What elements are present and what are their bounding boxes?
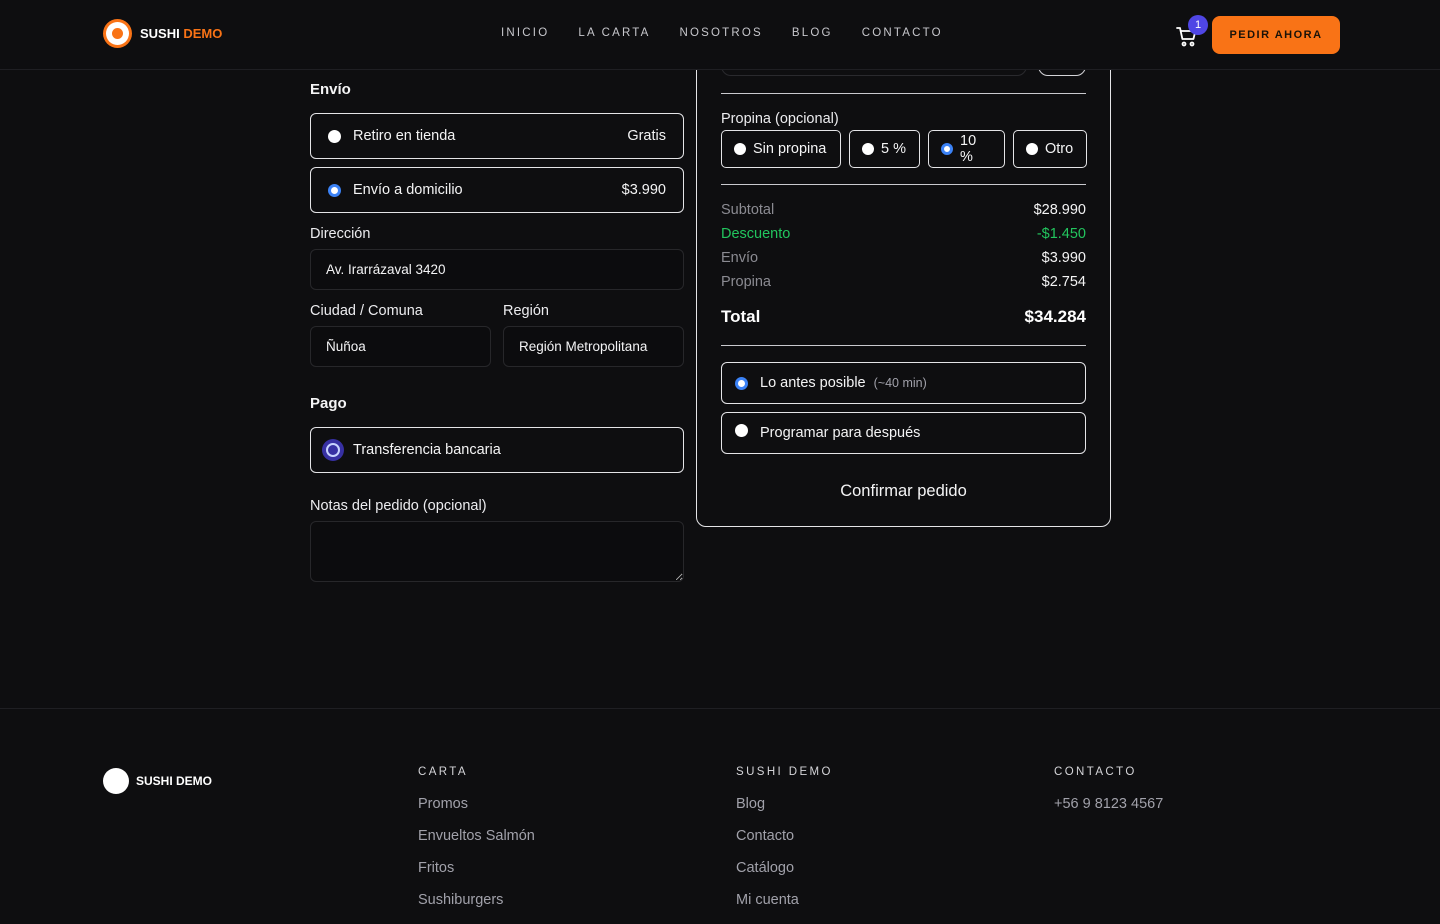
- shipping-option-delivery[interactable]: Envío a domicilio $3.990: [310, 167, 684, 213]
- tip-amount-label: Propina: [721, 274, 771, 290]
- timing-asap-hint: (~40 min): [873, 376, 927, 390]
- shipping-radio[interactable]: [328, 129, 341, 143]
- footer-logo[interactable]: SUSHI DEMO: [103, 768, 212, 794]
- discount-row: Descuento -$1.450: [721, 226, 1086, 242]
- cart-button[interactable]: 1: [1175, 15, 1208, 48]
- total-label: Total: [721, 307, 761, 326]
- tip-radio[interactable]: [862, 143, 874, 155]
- divider: [721, 345, 1086, 346]
- region-label: Región: [503, 303, 549, 319]
- tip-radio[interactable]: [734, 143, 746, 155]
- subtotal-row: Subtotal $28.990: [721, 202, 1086, 218]
- tip-option-10[interactable]: 10 %: [928, 130, 1005, 168]
- shipping-option-pickup[interactable]: Retiro en tienda Gratis: [310, 113, 684, 159]
- cart-count-badge: 1: [1188, 15, 1208, 35]
- timing-asap-option[interactable]: Lo antes posible (~40 min): [721, 362, 1086, 404]
- shipping-option-label: Envío a domicilio: [353, 182, 463, 198]
- footer-link[interactable]: Blog: [736, 796, 833, 814]
- footer-column-title: CONTACTO: [1054, 766, 1137, 778]
- payment-option-label: Transferencia bancaria: [353, 442, 501, 458]
- footer-link[interactable]: Envueltos Salmón: [418, 828, 535, 846]
- shipping-option-label: Retiro en tienda: [353, 128, 456, 144]
- tip-option-label: 5 %: [881, 141, 906, 157]
- tip-option-none[interactable]: Sin propina: [721, 130, 841, 168]
- tip-option-label: Otro: [1045, 141, 1074, 157]
- footer-column-title: CARTA: [418, 766, 468, 778]
- region-input[interactable]: [503, 326, 684, 367]
- tip-option-label: Sin propina: [753, 141, 827, 157]
- footer-column-contacto: CONTACTO +56 9 8123 4567: [1054, 766, 1163, 828]
- top-navbar: SUSHI DEMO INICIO LA CARTA NOSOTROS BLOG…: [0, 0, 1440, 70]
- footer-column-sushi-demo: SUSHI DEMO Blog Contacto Catálogo Mi cue…: [736, 766, 833, 924]
- shipping-value: $3.990: [1041, 250, 1086, 266]
- timing-later-option[interactable]: Programar para después: [721, 412, 1086, 454]
- tip-row: Propina $2.754: [721, 274, 1086, 290]
- total-value: $34.284: [1024, 307, 1086, 326]
- payment-title: Pago: [310, 395, 347, 412]
- payment-radio-selected[interactable]: [322, 439, 344, 461]
- footer-link[interactable]: Contacto: [736, 828, 833, 846]
- tip-option-5[interactable]: 5 %: [849, 130, 920, 168]
- confirm-order-button[interactable]: Confirmar pedido: [721, 477, 1086, 505]
- tip-radio[interactable]: [1026, 143, 1038, 155]
- nav-blog[interactable]: BLOG: [792, 27, 833, 39]
- discount-label: Descuento: [721, 226, 791, 242]
- tip-option-other[interactable]: Otro: [1013, 130, 1087, 168]
- timing-radio-selected[interactable]: [735, 376, 748, 390]
- nav-contacto[interactable]: CONTACTO: [862, 27, 943, 39]
- tip-amount-value: $2.754: [1041, 274, 1086, 290]
- order-now-button[interactable]: PEDIR AHORA: [1212, 16, 1340, 54]
- subtotal-label: Subtotal: [721, 202, 775, 218]
- footer-brand-name: SUSHI DEMO: [136, 774, 213, 788]
- brand-logo[interactable]: SUSHI DEMO: [103, 19, 222, 48]
- footer-link[interactable]: Catálogo: [736, 860, 833, 878]
- footer-column-title: SUSHI DEMO: [736, 766, 833, 778]
- city-label: Ciudad / Comuna: [310, 303, 423, 319]
- nav-inicio[interactable]: INICIO: [501, 27, 549, 39]
- shipping-row: Envío $3.990: [721, 250, 1086, 266]
- discount-value: -$1.450: [1036, 226, 1086, 242]
- timing-radio[interactable]: [735, 423, 748, 437]
- address-input[interactable]: [310, 249, 684, 290]
- city-input[interactable]: [310, 326, 491, 367]
- brand-name-accent: DEMO: [183, 26, 223, 41]
- footer-logo-icon: [103, 768, 129, 794]
- footer-link[interactable]: Sushiburgers: [418, 892, 535, 910]
- timing-asap-label: Lo antes posible: [760, 375, 866, 391]
- nav-la-carta[interactable]: LA CARTA: [578, 27, 650, 39]
- subtotal-value: $28.990: [1033, 202, 1086, 218]
- footer-column-carta: CARTA Promos Envueltos Salmón Fritos Sus…: [418, 766, 535, 924]
- main-nav: INICIO LA CARTA NOSOTROS BLOG CONTACTO: [501, 27, 943, 39]
- nav-nosotros[interactable]: NOSOTROS: [680, 27, 763, 39]
- divider: [721, 93, 1086, 94]
- notes-label: Notas del pedido (opcional): [310, 498, 487, 514]
- tip-option-label: 10 %: [960, 133, 977, 165]
- total-row: Total $34.284: [721, 307, 1086, 327]
- footer-phone-link[interactable]: +56 9 8123 4567: [1054, 796, 1163, 814]
- divider: [721, 184, 1086, 185]
- timing-later-label: Programar para después: [760, 425, 921, 441]
- tip-label: Propina (opcional): [721, 111, 839, 127]
- shipping-title: Envío: [310, 81, 351, 98]
- shipping-radio-selected[interactable]: [328, 183, 341, 197]
- brand-name: SUSHI: [140, 26, 180, 41]
- notes-textarea[interactable]: [310, 521, 684, 582]
- footer-link[interactable]: Promos: [418, 796, 535, 814]
- tip-radio-selected[interactable]: [941, 143, 953, 155]
- footer-link[interactable]: Mi cuenta: [736, 892, 833, 910]
- address-label: Dirección: [310, 226, 371, 242]
- footer-link[interactable]: Fritos: [418, 860, 535, 878]
- shipping-label: Envío: [721, 250, 759, 266]
- shipping-option-price: Gratis: [627, 128, 666, 144]
- logo-icon: [103, 19, 132, 48]
- shipping-option-price: $3.990: [621, 182, 666, 198]
- footer: [0, 708, 1440, 900]
- payment-option-transfer[interactable]: Transferencia bancaria: [310, 427, 684, 473]
